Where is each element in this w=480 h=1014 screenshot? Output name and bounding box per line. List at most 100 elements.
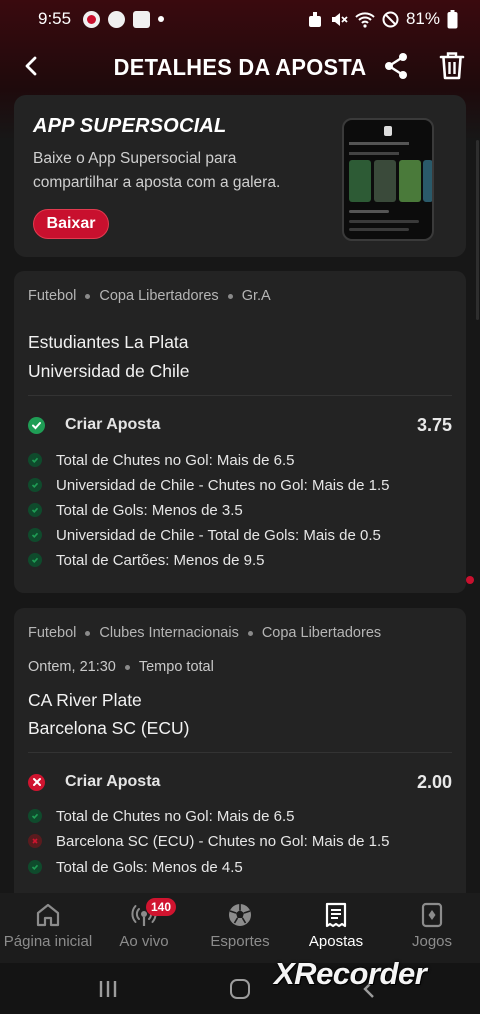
bet-builder-row: Criar Aposta 3.75 — [28, 413, 452, 437]
sport-label: Futebol — [28, 288, 77, 304]
status-bar: 9:55 81% — [0, 0, 480, 38]
nav-sports[interactable]: Esportes — [192, 893, 288, 963]
selection-text: Barcelona SC (ECU) - Chutes no Gol: Mais… — [56, 832, 390, 850]
won-check-icon — [28, 553, 42, 567]
mockup-thumbnail — [399, 160, 421, 202]
selection-item: Total de Gols: Menos de 3.5 — [28, 500, 243, 520]
bet-card[interactable]: Futebol Clubes Internacionais Copa Liber… — [14, 608, 466, 908]
status-time: 9:55 — [38, 9, 72, 28]
selection-item: Universidad de Chile - Total de Gols: Ma… — [28, 525, 381, 545]
mockup-tabs — [349, 142, 409, 145]
competition-label: Clubes Internacionais — [99, 625, 239, 641]
wifi-icon — [355, 11, 375, 28]
mockup-line — [349, 210, 389, 213]
selection-text: Universidad de Chile - Total de Gols: Ma… — [56, 526, 381, 544]
home-team: Estudiantes La Plata — [28, 332, 189, 352]
mockup-thumbnail — [349, 160, 371, 202]
notification-app-icon — [108, 10, 126, 28]
event-meta: Futebol Clubes Internacionais Copa Liber… — [28, 625, 381, 641]
home-team: CA River Plate — [28, 690, 142, 710]
scrollbar[interactable] — [476, 140, 479, 320]
nav-home[interactable]: Página inicial — [0, 893, 96, 963]
bet-type-label: Criar Aposta — [65, 416, 161, 433]
divider — [28, 395, 452, 396]
notification-app-icon — [83, 10, 101, 28]
recorder-watermark: XRecorder — [274, 956, 427, 991]
selection-item: Total de Chutes no Gol: Mais de 6.5 — [28, 806, 294, 826]
selection-text: Total de Gols: Menos de 3.5 — [56, 501, 243, 519]
recent-apps-icon[interactable] — [98, 979, 118, 999]
nav-label: Jogos — [411, 933, 453, 950]
odds-value: 2.00 — [416, 771, 452, 792]
selection-item: Universidad de Chile - Chutes no Gol: Ma… — [28, 475, 390, 495]
home-button-icon[interactable] — [230, 979, 250, 999]
soccer-ball-icon — [229, 904, 251, 926]
nav-label: Apostas — [308, 933, 364, 950]
promo-text: Baixe o App Supersocial para compartilha… — [33, 150, 281, 191]
competition-label: Copa Libertadores — [99, 288, 219, 304]
download-button[interactable]: Baixar — [33, 209, 109, 239]
bet-type-label: Criar Aposta — [65, 773, 161, 790]
lost-cross-icon — [28, 773, 45, 791]
won-check-icon — [28, 860, 42, 874]
nav-label: Ao vivo — [119, 933, 169, 950]
app-phone-mockup-image — [342, 118, 434, 241]
event-time-meta: Ontem, 21:30 Tempo total — [28, 659, 214, 675]
nav-live[interactable]: 140 Ao vivo — [96, 893, 192, 963]
lost-cross-icon — [28, 834, 42, 848]
selection-text: Total de Chutes no Gol: Mais de 6.5 — [56, 451, 295, 469]
odds-value: 3.75 — [416, 414, 452, 435]
nav-label: Página inicial — [3, 933, 93, 950]
mockup-thumbnail — [374, 160, 396, 202]
nav-games[interactable]: Jogos — [384, 893, 480, 963]
event-datetime: Ontem, 21:30 — [28, 659, 116, 675]
separator-dot — [124, 664, 130, 670]
mockup-line — [349, 228, 409, 231]
won-check-icon — [28, 453, 42, 467]
separator-dot — [85, 293, 91, 299]
selection-item: Total de Gols: Menos de 4.5 — [28, 857, 243, 877]
mockup-row — [349, 152, 399, 155]
promo-title: APP SUPERSOCIAL — [33, 115, 227, 137]
selection-item: Barcelona SC (ECU) - Chutes no Gol: Mais… — [28, 831, 389, 851]
divider — [28, 752, 452, 753]
trash-icon[interactable] — [439, 51, 465, 81]
bet-card[interactable]: Futebol Copa Libertadores Gr.A Estudiant… — [14, 271, 466, 593]
do-not-disturb-icon — [382, 11, 399, 27]
away-team: Universidad de Chile — [28, 361, 190, 381]
separator-dot — [247, 630, 253, 636]
away-team: Barcelona SC (ECU) — [28, 718, 190, 738]
separator-dot — [227, 293, 233, 299]
page-title: DETALHES DA APOSTA — [113, 53, 367, 80]
won-check-icon — [28, 809, 42, 823]
share-icon[interactable] — [383, 52, 409, 80]
sport-label: Futebol — [28, 625, 77, 641]
nav-bets[interactable]: Apostas — [288, 893, 384, 963]
event-meta: Futebol Copa Libertadores Gr.A — [28, 288, 271, 304]
status-indicators: 81% — [307, 9, 458, 29]
nav-label: Esportes — [210, 933, 270, 950]
home-icon — [36, 903, 60, 927]
app-logo-icon — [384, 126, 392, 136]
group-label: Gr.A — [241, 288, 271, 304]
bottom-navigation: Página inicial 140 Ao vivo Esportes Apos… — [0, 893, 480, 963]
cards-icon — [421, 902, 443, 928]
won-check-icon — [28, 528, 42, 542]
battery-percent: 81% — [405, 9, 440, 28]
selection-text: Total de Cartões: Menos de 9.5 — [56, 551, 265, 569]
selection-item: Total de Chutes no Gol: Mais de 6.5 — [28, 450, 294, 470]
supersocial-promo-card: APP SUPERSOCIAL Baixe o App Supersocial … — [14, 95, 466, 257]
bet-slip-icon — [325, 902, 347, 928]
selection-text: Total de Gols: Menos de 4.5 — [56, 858, 243, 876]
alarm-icon — [308, 11, 321, 27]
group-label: Copa Libertadores — [261, 625, 382, 641]
more-notifications-dot-icon — [158, 16, 165, 22]
mockup-thumbnail — [423, 160, 432, 202]
back-chevron-icon[interactable] — [20, 54, 44, 78]
mockup-line — [349, 220, 419, 223]
app-header: DETALHES DA APOSTA — [0, 38, 480, 96]
selection-text: Total de Chutes no Gol: Mais de 6.5 — [56, 807, 295, 825]
selection-item: Total de Cartões: Menos de 9.5 — [28, 550, 264, 570]
battery-icon — [447, 9, 458, 28]
scroll-indicator-dot — [466, 576, 474, 584]
